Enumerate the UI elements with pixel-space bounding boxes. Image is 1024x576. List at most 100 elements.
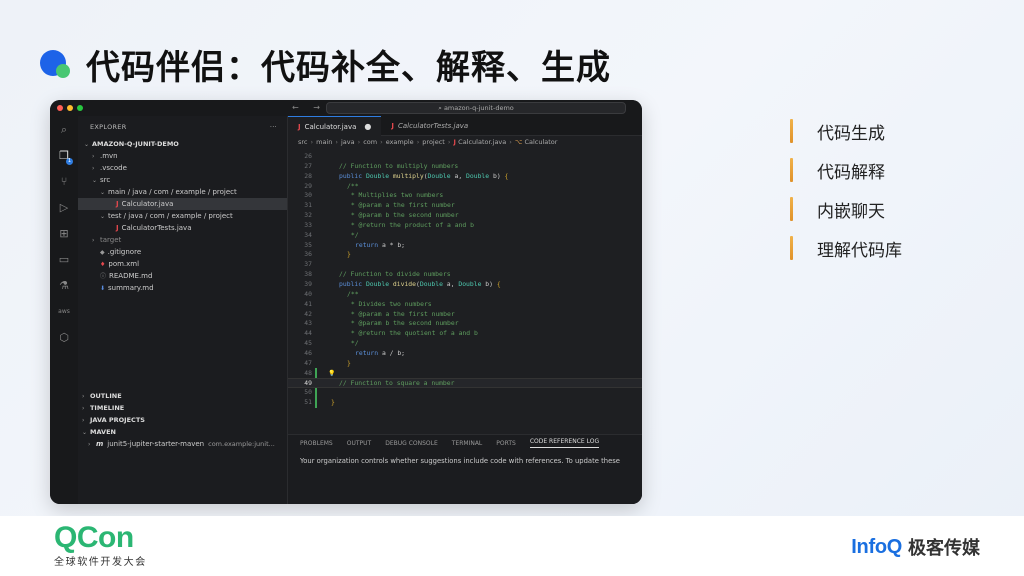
breadcrumb-item[interactable]: project — [422, 138, 445, 146]
extensions-icon[interactable]: ⊞ — [56, 226, 72, 242]
tree-item-label: summary.md — [108, 284, 154, 292]
tree-item[interactable]: › .vscode — [78, 162, 287, 174]
code-line: 32 * @param b the second number — [288, 211, 642, 221]
tree-item[interactable]: J Calculator.java — [78, 198, 287, 210]
section-header[interactable]: ⌄ MAVEN — [78, 426, 287, 438]
code-text: * @return the quotient of a and b — [347, 329, 478, 338]
panel-tab[interactable]: OUTPUT — [347, 440, 371, 447]
code-text: return a / b; — [355, 348, 406, 357]
search-icon[interactable]: ⌕ — [56, 122, 72, 138]
breadcrumb-item[interactable]: java — [341, 138, 355, 146]
code-line: 41 * Divides two numbers — [288, 300, 642, 310]
remote-explorer-icon[interactable]: ▭ — [56, 252, 72, 268]
code-text: public Double multiply(Double a, Double … — [339, 171, 509, 180]
feature-bar-icon — [790, 119, 793, 143]
tree-item[interactable]: ⌄ test / java / com / example / project — [78, 210, 287, 222]
code-text: // Function to divide numbers — [339, 270, 451, 279]
lightbulb-icon[interactable]: 💡 — [328, 369, 335, 379]
breadcrumb-item[interactable]: Calculator — [524, 138, 557, 146]
breadcrumb-item[interactable]: Calculator.java — [458, 138, 506, 146]
section-header[interactable]: › TIMELINE — [78, 402, 287, 414]
line-number: 32 — [304, 211, 312, 220]
tree-item[interactable]: ⌄ src — [78, 174, 287, 186]
panel-tab[interactable]: PORTS — [496, 440, 516, 447]
testing-icon[interactable]: ⚗ — [56, 278, 72, 294]
amazon-q-icon[interactable]: ⬡ — [56, 330, 72, 346]
tree-item-label: Calculator.java — [121, 200, 174, 208]
tree-item[interactable]: ♦ pom.xml — [78, 258, 287, 270]
feature-bar-icon — [790, 236, 793, 260]
breadcrumb-item[interactable]: src — [298, 138, 308, 146]
tree-item-label: test / java / com / example / project — [108, 212, 233, 220]
tree-item[interactable]: › target — [78, 234, 287, 246]
tree-item-label: pom.xml — [108, 260, 140, 268]
tree-item[interactable]: J CalculatorTests.java — [78, 222, 287, 234]
tree-item[interactable]: ◆ .gitignore — [78, 246, 287, 258]
code-line: 47} — [288, 359, 642, 369]
line-number: 33 — [304, 220, 312, 229]
qcon-logo-text: QCon — [54, 521, 134, 554]
line-number: 29 — [304, 181, 312, 190]
aws-icon[interactable]: aws — [56, 304, 72, 320]
feature-item: 理解代码库 — [790, 235, 902, 261]
feature-item: 代码生成 — [790, 118, 902, 144]
feature-item: 内嵌聊天 — [790, 196, 902, 222]
section-header[interactable]: › JAVA PROJECTS — [78, 414, 287, 426]
tree-item[interactable]: ⬇ summary.md — [78, 282, 287, 294]
file-type-icon: ⓘ — [100, 273, 107, 280]
code-text: */ — [347, 339, 359, 348]
line-number: 26 — [304, 152, 312, 160]
breadcrumb-separator: › — [357, 138, 361, 146]
code-line: 49// Function to square a number — [288, 378, 642, 389]
breadcrumb-separator: › — [416, 138, 420, 146]
editor-tab[interactable]: J Calculator.java ● — [288, 116, 382, 136]
close-window-button[interactable] — [57, 105, 63, 111]
breadcrumb-item[interactable]: example — [386, 138, 414, 146]
tree-item-label: main / java / com / example / project — [108, 188, 237, 196]
panel-tab[interactable]: DEBUG CONSOLE — [385, 440, 438, 447]
nav-arrows-icon[interactable]: ← → — [292, 103, 326, 112]
code-text: } — [347, 358, 351, 367]
explorer-icon[interactable]: ❐ 1 — [56, 148, 73, 165]
code-line: 26 — [288, 152, 642, 162]
breadcrumb-item[interactable]: main — [316, 138, 332, 146]
explorer-title: EXPLORER — [90, 123, 127, 131]
line-number: 40 — [304, 289, 312, 298]
line-number: 45 — [304, 339, 312, 348]
run-debug-icon[interactable]: ▷ — [56, 200, 72, 216]
code-editor[interactable]: 26 27 // Function to multiply numbers 28 pub… — [288, 152, 642, 412]
source-control-icon[interactable]: ⑂ — [56, 174, 72, 190]
maven-project-item[interactable]: › m junit5-jupiter-starter-maven com.exampl… — [78, 438, 287, 450]
tree-item-label: CalculatorTests.java — [121, 224, 192, 232]
slide-title: 代码伴侣：代码补全、解释、生成 — [86, 47, 611, 88]
vscode-window: ← → ⌕ amazon-q-junit-demo ⌕ ❐ 1 ⑂ ▷ ⊞ ▭ ⚗… — [50, 100, 642, 504]
command-center[interactable]: ⌕ amazon-q-junit-demo — [326, 102, 626, 114]
feature-item: 代码解释 — [790, 157, 902, 183]
tree-item[interactable]: ⌄ AMAZON-Q-JUNIT-DEMO — [78, 138, 287, 150]
editor-tab[interactable]: J CalculatorTests.java — [381, 116, 478, 136]
breadcrumb-item[interactable]: com — [363, 138, 377, 146]
more-actions-icon[interactable]: ··· — [270, 123, 277, 131]
tree-item[interactable]: › .mvn — [78, 150, 287, 162]
panel-tabs: PROBLEMS OUTPUT DEBUG CONSOLE TERMINAL PORTS… — [288, 435, 642, 451]
maximize-window-button[interactable] — [77, 105, 83, 111]
minimize-window-button[interactable] — [67, 105, 73, 111]
code-line: 43 * @param b the second number — [288, 319, 642, 329]
class-icon: ⌥ — [514, 138, 525, 146]
maven-project-label: junit5-jupiter-starter-maven — [107, 440, 205, 448]
code-text: * Divides two numbers — [347, 299, 432, 308]
panel-tab[interactable]: TERMINAL — [452, 440, 483, 447]
tab-label: Calculator.java — [304, 122, 357, 131]
feature-label: 理解代码库 — [817, 240, 902, 261]
feature-bar-icon — [790, 158, 793, 182]
code-line: 29 /** — [288, 182, 642, 192]
panel-tab[interactable]: CODE REFERENCE LOG — [529, 438, 600, 448]
panel-tab[interactable]: PROBLEMS — [300, 440, 333, 447]
section-header[interactable]: › OUTLINE — [78, 390, 287, 402]
tree-item[interactable]: ⌄ main / java / com / example / project — [78, 186, 287, 198]
code-line: 51} — [288, 398, 642, 408]
tree-item[interactable]: ⓘ README.md — [78, 270, 287, 282]
line-number: 38 — [304, 270, 312, 279]
line-number: 35 — [304, 240, 312, 249]
panel-message: Your organization controls whether sugge… — [300, 457, 620, 465]
